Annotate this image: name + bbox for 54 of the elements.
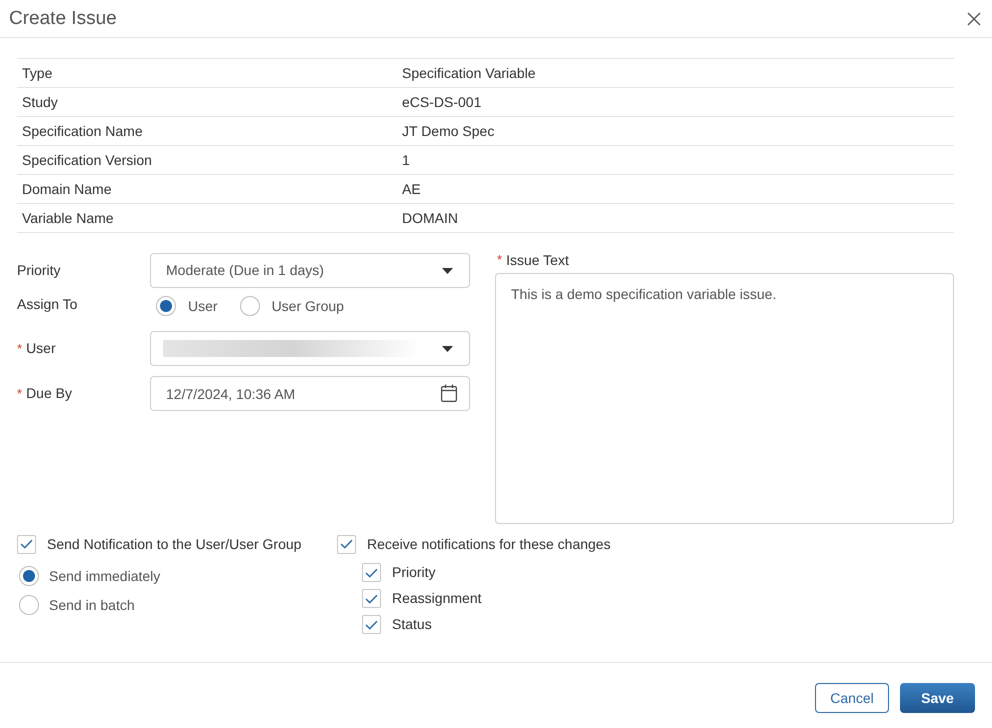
save-button[interactable]: Save [900, 683, 975, 713]
checkbox[interactable] [337, 534, 356, 554]
field-label: Due By [26, 384, 72, 403]
detail-value: JT Demo Spec [402, 122, 494, 141]
required-asterisk: * [17, 384, 22, 403]
detail-label: Specification Version [21, 150, 153, 170]
detail-value: 1 [402, 150, 410, 170]
radio-label: User [188, 296, 218, 316]
checkmark-icon [340, 539, 353, 549]
detail-label: Study [21, 92, 59, 112]
detail-value: AE [402, 180, 421, 198]
calendar-icon[interactable] [441, 384, 457, 402]
checkbox-label: Send Notification to the User/User Group [47, 534, 302, 554]
checkbox[interactable] [362, 589, 381, 608]
checkmark-icon [365, 594, 378, 604]
cancel-button[interactable]: Cancel [815, 683, 889, 713]
field-label: Issue Text [506, 250, 569, 270]
checkbox-label: Status [392, 615, 432, 634]
detail-label: Domain Name [21, 180, 112, 198]
field-label: Assign To [17, 294, 78, 314]
required-asterisk: * [497, 251, 502, 270]
date-field[interactable]: 12/7/2024, 10:36 AM [150, 376, 470, 411]
checkmark-icon [20, 539, 33, 549]
detail-label: Specification Name [21, 122, 144, 141]
checkmark-icon [365, 620, 378, 630]
field-label: Priority [17, 261, 61, 280]
detail-label: Variable Name [21, 208, 115, 228]
checkbox[interactable] [362, 563, 381, 582]
close-icon [967, 12, 981, 26]
issue-text-area[interactable]: This is a demo specification variable issue. [495, 273, 954, 524]
checkbox-label: Receive notifications for these changes [367, 534, 611, 554]
radio-label: User Group [272, 296, 344, 316]
radio-button[interactable] [240, 296, 260, 316]
checkbox-label: Reassignment [392, 589, 482, 608]
checkbox[interactable] [17, 534, 36, 554]
dropdown-caret-icon [442, 346, 453, 352]
required-asterisk: * [17, 340, 22, 358]
detail-value: DOMAIN [402, 208, 458, 228]
radio-button[interactable] [19, 595, 39, 615]
radio-label: Send immediately [49, 566, 160, 586]
priority-dropdown[interactable]: Moderate (Due in 1 days) [150, 253, 470, 288]
checkbox[interactable] [362, 615, 381, 634]
dialog-title: Create Issue [9, 9, 117, 28]
detail-value: Specification Variable [402, 64, 536, 83]
checkbox-label: Priority [392, 563, 436, 582]
field-label: User [26, 339, 56, 358]
radio-label: Send in batch [49, 596, 135, 614]
radio-button[interactable] [156, 296, 176, 316]
dropdown-caret-icon [442, 268, 453, 274]
checkmark-icon [365, 568, 378, 578]
radio-button[interactable] [19, 566, 39, 586]
detail-label: Type [21, 64, 54, 83]
close-button[interactable] [967, 12, 981, 26]
detail-value: eCS-DS-001 [402, 92, 482, 112]
